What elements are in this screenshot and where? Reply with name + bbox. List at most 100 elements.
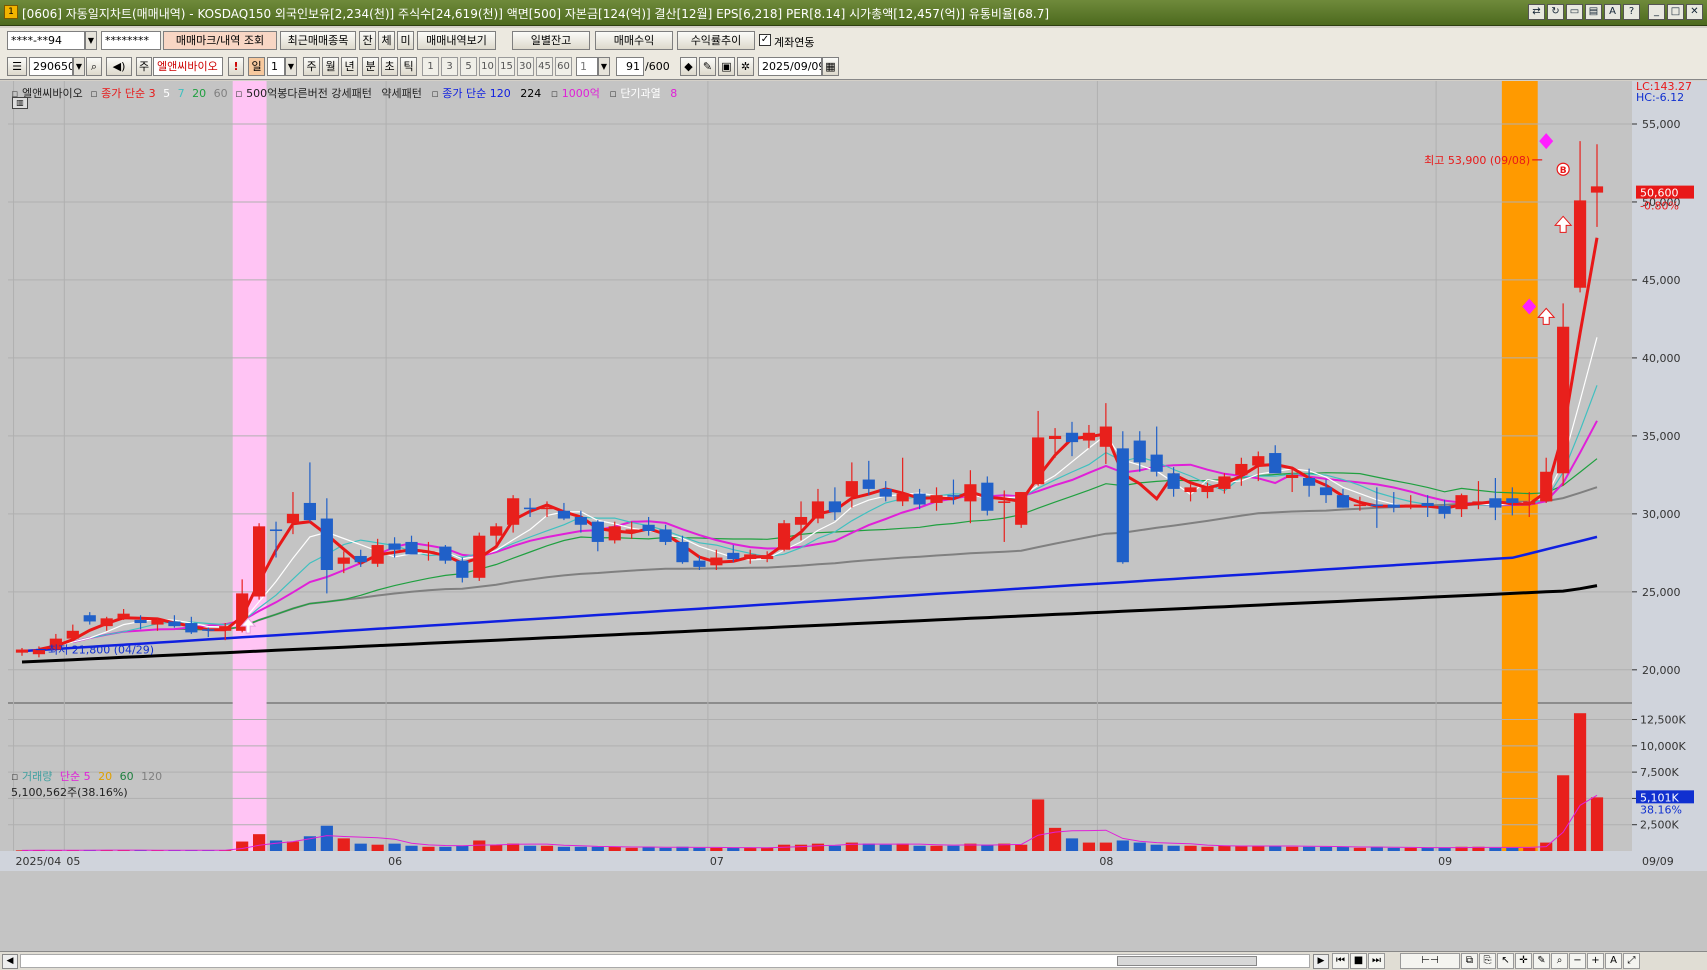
volume-bar [490,844,503,851]
daily-balance-button[interactable]: 일별잔고 [512,31,590,50]
chevron-down-icon[interactable]: ▼ [598,57,610,76]
period-second-button[interactable]: 초 [381,57,398,76]
last-icon[interactable]: ⏭ [1368,953,1385,969]
candle-body [422,551,435,553]
recent-trades-button[interactable]: 최근매매종목 [280,31,356,50]
period-month-button[interactable]: 월 [322,57,339,76]
interval-value-input[interactable]: 1 [576,57,598,76]
filled-button[interactable]: 체 [378,31,395,50]
indicator-icon[interactable]: ✎ [699,57,716,76]
tile-icon[interactable]: ⧉ [1461,953,1478,969]
cursor-icon[interactable]: ↖ [1497,953,1514,969]
search-list-icon[interactable]: ☰ [7,57,27,76]
scroll-left-icon[interactable]: ◀ [2,954,18,969]
scroll-track[interactable] [20,954,1310,968]
period-minute-button[interactable]: 분 [362,57,379,76]
volume-ma120: 120 [141,770,163,783]
data-count-input[interactable]: 91 [616,57,644,76]
help-icon[interactable]: ? [1623,4,1640,20]
sound-icon[interactable]: ◀) [106,57,132,76]
stock-code-input[interactable]: 290650 [29,57,73,76]
period-tick-button[interactable]: 틱 [400,57,417,76]
copy-icon[interactable]: ⎘ [1479,953,1496,969]
link-icon[interactable]: ⇄ [1528,4,1545,20]
volume-ma20: 20 [98,770,113,783]
interval-1-button[interactable]: 1 [422,57,439,76]
volume-bar [557,846,571,851]
return-trend-button[interactable]: 수익률추이 [677,31,755,50]
password-field[interactable]: ******** [101,31,161,50]
candle-body [676,541,689,563]
account-link-checkbox[interactable]: ✓ [759,34,771,46]
trade-profit-button[interactable]: 매매수익 [595,31,673,50]
color-settings-icon[interactable]: ◆ [680,57,697,76]
trade-mark-query-button[interactable]: 매매마크/내역 조회 [163,31,277,50]
settings-gear-icon[interactable]: ✲ [737,57,754,76]
first-icon[interactable]: ⏮ [1332,953,1349,969]
chevron-down-icon[interactable]: ▼ [73,57,85,76]
zoom-in-icon[interactable]: + [1587,953,1604,969]
chart-area[interactable]: 55,000 50,000 45,000 40,000 35,000 30,000 25,0… [0,80,1707,951]
legend-box-icon: ▫ [90,87,98,100]
font-size-icon[interactable]: A [1604,4,1621,20]
scroll-thumb[interactable] [1117,956,1257,966]
interval-10-button[interactable]: 10 [479,57,496,76]
unfilled-button[interactable]: 미 [397,31,414,50]
range-slider-icon[interactable]: ⊢⊣ [1400,953,1460,969]
volume-bar [1133,842,1146,851]
candle-body [1116,448,1129,563]
app-icon[interactable]: 1 [4,5,18,19]
interval-15-button[interactable]: 15 [498,57,515,76]
candle-body [574,516,587,525]
save-icon[interactable]: ▣ [718,57,735,76]
alert-button[interactable]: ! [228,57,244,76]
candle-body [1523,501,1536,505]
period-week-button[interactable]: 주 [303,57,320,76]
font-icon[interactable]: A [1605,953,1622,969]
volume-bar [1015,844,1028,851]
stock-type-button[interactable]: 주 [136,57,152,76]
maximize-icon[interactable]: □ [1667,4,1684,20]
price-chart[interactable]: 55,00050,00045,00040,00035,00030,00025,0… [0,81,1707,951]
volume-bar [1218,845,1231,851]
draw-icon[interactable]: ✎ [1533,953,1550,969]
candle-body [1201,487,1214,493]
refresh-icon[interactable]: ↻ [1547,4,1564,20]
close-icon[interactable]: ✕ [1686,4,1703,20]
period-day-button[interactable]: 일 [248,57,265,76]
candle-body [83,615,96,622]
calendar-icon[interactable]: ▦ [822,57,839,76]
candle-body [1319,487,1333,496]
interval-5-button[interactable]: 5 [460,57,477,76]
volume-bar [422,846,435,851]
zoom-out-icon[interactable]: − [1569,953,1586,969]
scroll-right-icon[interactable]: ▶ [1313,954,1329,969]
cross-icon[interactable]: ✛ [1515,953,1532,969]
candle-body [1573,200,1587,288]
print-icon[interactable]: ▤ [1585,4,1602,20]
minimize-icon[interactable]: _ [1648,4,1665,20]
interval-3-button[interactable]: 3 [441,57,458,76]
zoom-icon[interactable]: ⌕ [1551,953,1568,969]
stock-name-field[interactable]: 엘앤씨바이오 [153,57,223,76]
candle-body [388,543,401,550]
chevron-down-icon[interactable]: ▼ [285,57,297,76]
balance-button[interactable]: 잔 [359,31,376,50]
trade-history-button[interactable]: 매매내역보기 [417,31,496,50]
interval-45-button[interactable]: 45 [536,57,553,76]
date-input[interactable]: 2025/09/09 [758,57,822,76]
chart-toggle-icon[interactable]: ▥ [12,97,28,109]
period-value-input[interactable]: 1 [267,57,285,76]
candle-body [490,526,503,536]
candle-body [625,529,638,533]
save-screen-icon[interactable]: ▭ [1566,4,1583,20]
account-select[interactable]: ****-**94 [7,31,85,50]
volume-bar [320,825,333,851]
interval-60-button[interactable]: 60 [555,57,572,76]
expand-icon[interactable]: ⤢ [1623,953,1640,969]
stop-icon[interactable]: ■ [1350,953,1367,969]
chevron-down-icon[interactable]: ▼ [85,31,97,50]
interval-30-button[interactable]: 30 [517,57,534,76]
period-year-button[interactable]: 년 [341,57,358,76]
search-icon[interactable]: ⌕ [86,57,102,76]
